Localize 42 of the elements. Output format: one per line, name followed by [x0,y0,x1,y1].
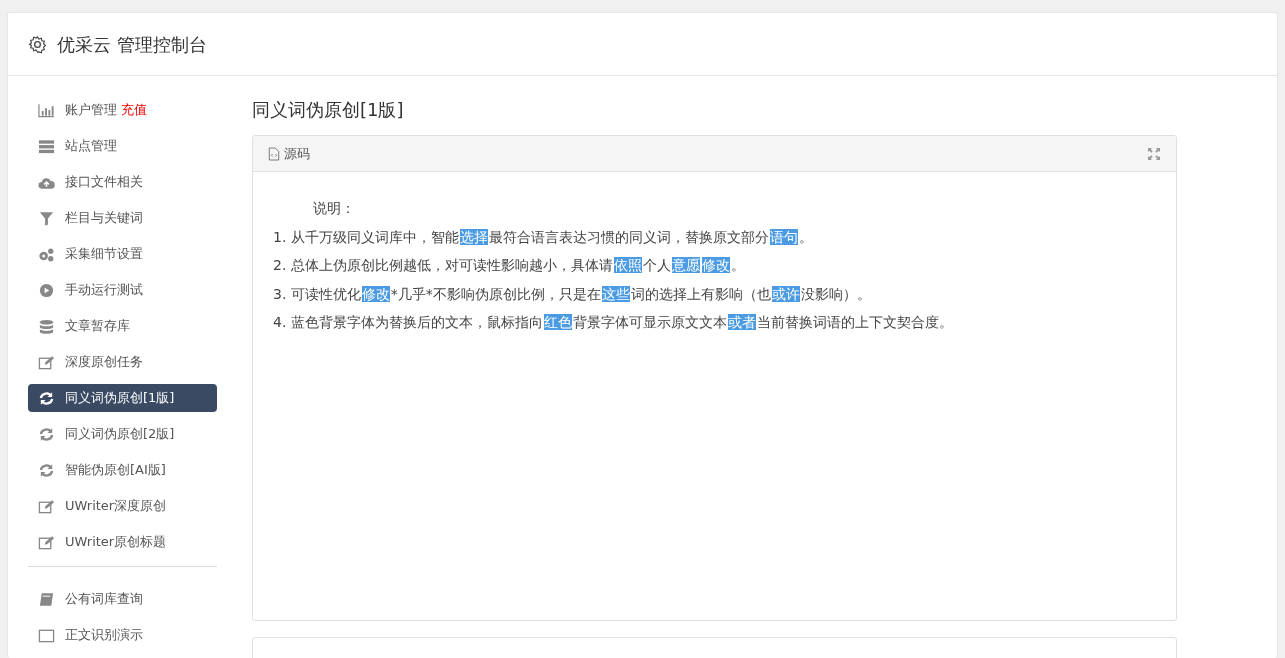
editor-content[interactable]: 说明： 1. 从千万级同义词库中，智能选择最符合语言表达习惯的同义词，替换原文部分语句。 2. 总体上伪原创比例越低，对可读性影响越小，具体请依照个人意愿修改。 3. 可读性优化修改*几乎*不影响伪原创比例，只是在这些词的选择上有影响（也或许没影响）。 4. 蓝色背景字体为替换后的文本，鼠标指向 红色背景字体可显示原文文本或者当前替换词语的上下文契合度。 [253,172,1176,359]
server-icon [38,138,55,154]
section-title: 同义词伪原创[1版] [252,98,405,122]
play-icon [38,282,55,298]
refresh-icon [38,462,55,478]
bar-chart-icon [38,102,55,118]
gears-icon [38,246,55,262]
page-title: 优采云 管理控制台 [57,32,207,57]
note-line: 4. 蓝色背景字体为替换后的文本，鼠标指向 红色背景字体可显示原文文本或者当前替换词语的上下文契合度。 [273,313,954,332]
database-icon [38,318,55,334]
sidebar-item[interactable]: 栏目与关键词 [28,204,217,232]
sidebar-item[interactable]: 同义词伪原创[1版] [28,384,217,412]
edit-icon [38,498,55,514]
filter-icon [38,210,55,226]
fullscreen-icon[interactable] [1147,146,1161,161]
recharge-link[interactable]: 充值 [121,100,147,120]
edit-icon [38,534,55,550]
sidebar-item[interactable]: 深度原创任务 [28,348,217,376]
sidebar-item[interactable]: 智能伪原创[AI版] [28,456,217,484]
note-line: 3. 可读性优化修改*几乎*不影响伪原创比例，只是在这些词的选择上有影响（也或许没影响）。 [273,284,872,304]
sidebar-item[interactable]: 手动运行测试 [28,276,217,304]
note-heading: 说明： [312,199,356,218]
note-line: 2. 总体上伪原创比例越低，对可读性影响越小，具体请依照个人意愿修改。 [273,256,746,275]
book-icon [38,591,55,607]
settings-icon [28,34,47,54]
sidebar-item[interactable]: 站点管理 [28,132,217,160]
sidebar-item[interactable]: 账户管理 充值 [28,96,217,124]
sidebar-item[interactable]: 同义词伪原创[2版] [28,420,217,448]
edit-icon [38,354,55,370]
refresh-icon [38,426,55,442]
sidebar-item[interactable]: 接口文件相关 [28,168,217,196]
sidebar-item[interactable]: UWriter深度原创 [28,492,217,520]
refresh-icon [38,390,55,406]
sidebar-item[interactable]: 公有词库查询 [28,585,217,613]
sidebar-item[interactable]: 文章暂存库 [28,312,217,340]
sidebar-item[interactable]: 采集细节设置 [28,240,217,268]
sidebar-item[interactable]: 正文识别演示 [28,621,217,649]
note-line: 1. 从千万级同义词库中，智能选择最符合语言表达习惯的同义词，替换原文部分语句。 [273,227,814,247]
sidebar-item[interactable]: UWriter原创标题 [28,528,217,556]
source-button[interactable]: 源码 [268,143,310,164]
window-icon [38,627,55,643]
code-file-icon [268,146,280,161]
